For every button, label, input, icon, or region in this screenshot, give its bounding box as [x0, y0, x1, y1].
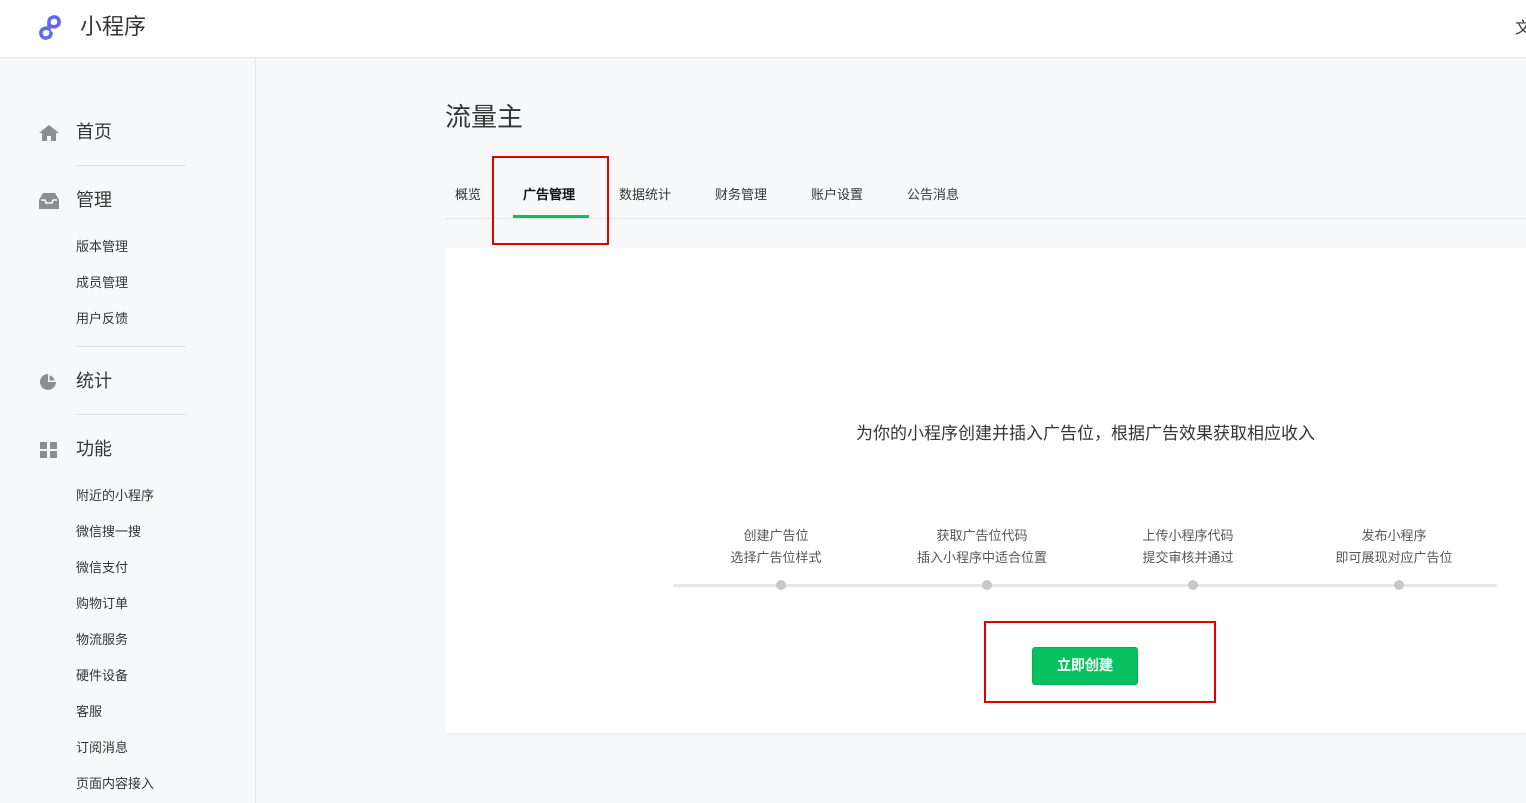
- step-publish: 发布小程序 即可展现对应广告位: [1294, 526, 1494, 570]
- nav-divider: [76, 414, 186, 415]
- sidebar-item-version-manage[interactable]: 版本管理: [76, 238, 128, 258]
- sidebar-item-customer-service[interactable]: 客服: [76, 703, 102, 723]
- tab-bar: 概览 广告管理 数据统计 财务管理 账户设置 公告消息: [445, 178, 1526, 219]
- home-icon: [39, 125, 59, 141]
- step-dot: [982, 580, 992, 590]
- create-now-button[interactable]: 立即创建: [1032, 647, 1138, 685]
- tab-announcements[interactable]: 公告消息: [907, 186, 959, 206]
- step-desc: 提交审核并通过: [1142, 551, 1234, 566]
- tab-finance[interactable]: 财务管理: [715, 186, 767, 206]
- sidebar-item-wechat-search[interactable]: 微信搜一搜: [76, 523, 141, 543]
- step-desc: 选择广告位样式: [730, 551, 822, 566]
- step-dot: [1188, 580, 1198, 590]
- sidebar-item-page-content[interactable]: 页面内容接入: [76, 775, 154, 795]
- grid-icon: [40, 442, 57, 458]
- step-title: 上传小程序代码: [1142, 529, 1234, 544]
- tab-overview[interactable]: 概览: [455, 186, 481, 206]
- sidebar-item-home[interactable]: 首页: [0, 118, 256, 148]
- sidebar-item-manage[interactable]: 管理: [0, 186, 256, 216]
- sidebar-item-subscription-messages[interactable]: 订阅消息: [76, 739, 128, 759]
- sidebar-item-shopping-orders[interactable]: 购物订单: [76, 595, 128, 615]
- sidebar-item-wechat-pay[interactable]: 微信支付: [76, 559, 128, 579]
- sidebar-item-features[interactable]: 功能: [0, 435, 256, 465]
- sidebar-item-label: 管理: [76, 190, 112, 211]
- tab-data-stats[interactable]: 数据统计: [619, 186, 671, 206]
- sidebar-item-user-feedback[interactable]: 用户反馈: [76, 310, 128, 330]
- step-create-ad-slot: 创建广告位 选择广告位样式: [676, 526, 876, 570]
- progress-line: [673, 584, 1497, 587]
- app-title: 小程序: [80, 15, 147, 40]
- pie-chart-icon: [40, 374, 56, 390]
- top-header: 小程序 文: [0, 0, 1526, 58]
- miniprogram-logo-icon[interactable]: [38, 13, 70, 43]
- step-get-ad-code: 获取广告位代码 插入小程序中适合位置: [882, 526, 1082, 570]
- header-doc-link[interactable]: 文: [1515, 16, 1526, 40]
- step-dot: [1394, 580, 1404, 590]
- nav-divider: [76, 346, 186, 347]
- step-desc: 即可展现对应广告位: [1335, 551, 1453, 566]
- sidebar-item-label: 统计: [76, 371, 112, 392]
- step-desc: 插入小程序中适合位置: [916, 551, 1047, 566]
- sidebar-item-hardware[interactable]: 硬件设备: [76, 667, 128, 687]
- tab-ad-management[interactable]: 广告管理: [523, 186, 575, 206]
- sidebar-item-label: 功能: [76, 439, 112, 460]
- sidebar-item-logistics[interactable]: 物流服务: [76, 631, 128, 651]
- active-tab-indicator: [513, 215, 589, 218]
- step-title: 发布小程序: [1361, 529, 1427, 544]
- nav-divider: [76, 165, 186, 166]
- inbox-icon: [39, 193, 59, 209]
- step-title: 获取广告位代码: [936, 529, 1028, 544]
- page-title: 流量主: [445, 103, 524, 133]
- step-dot: [776, 580, 786, 590]
- sidebar: 首页 管理 版本管理 成员管理 用户反馈 统计 功能 附近的小程序 微信搜一搜 …: [0, 58, 256, 803]
- step-title: 创建广告位: [743, 529, 809, 544]
- sidebar-item-member-manage[interactable]: 成员管理: [76, 274, 128, 294]
- step-upload-code: 上传小程序代码 提交审核并通过: [1088, 526, 1288, 570]
- sidebar-item-nearby-miniprogram[interactable]: 附近的小程序: [76, 487, 154, 507]
- ad-intro-card: 为你的小程序创建并插入广告位，根据广告效果获取相应收入 创建广告位 选择广告位样…: [445, 248, 1526, 733]
- sidebar-item-stats[interactable]: 统计: [0, 367, 256, 397]
- card-headline: 为你的小程序创建并插入广告位，根据广告效果获取相应收入: [856, 424, 1315, 444]
- tab-account-settings[interactable]: 账户设置: [811, 186, 863, 206]
- sidebar-item-label: 首页: [76, 122, 112, 143]
